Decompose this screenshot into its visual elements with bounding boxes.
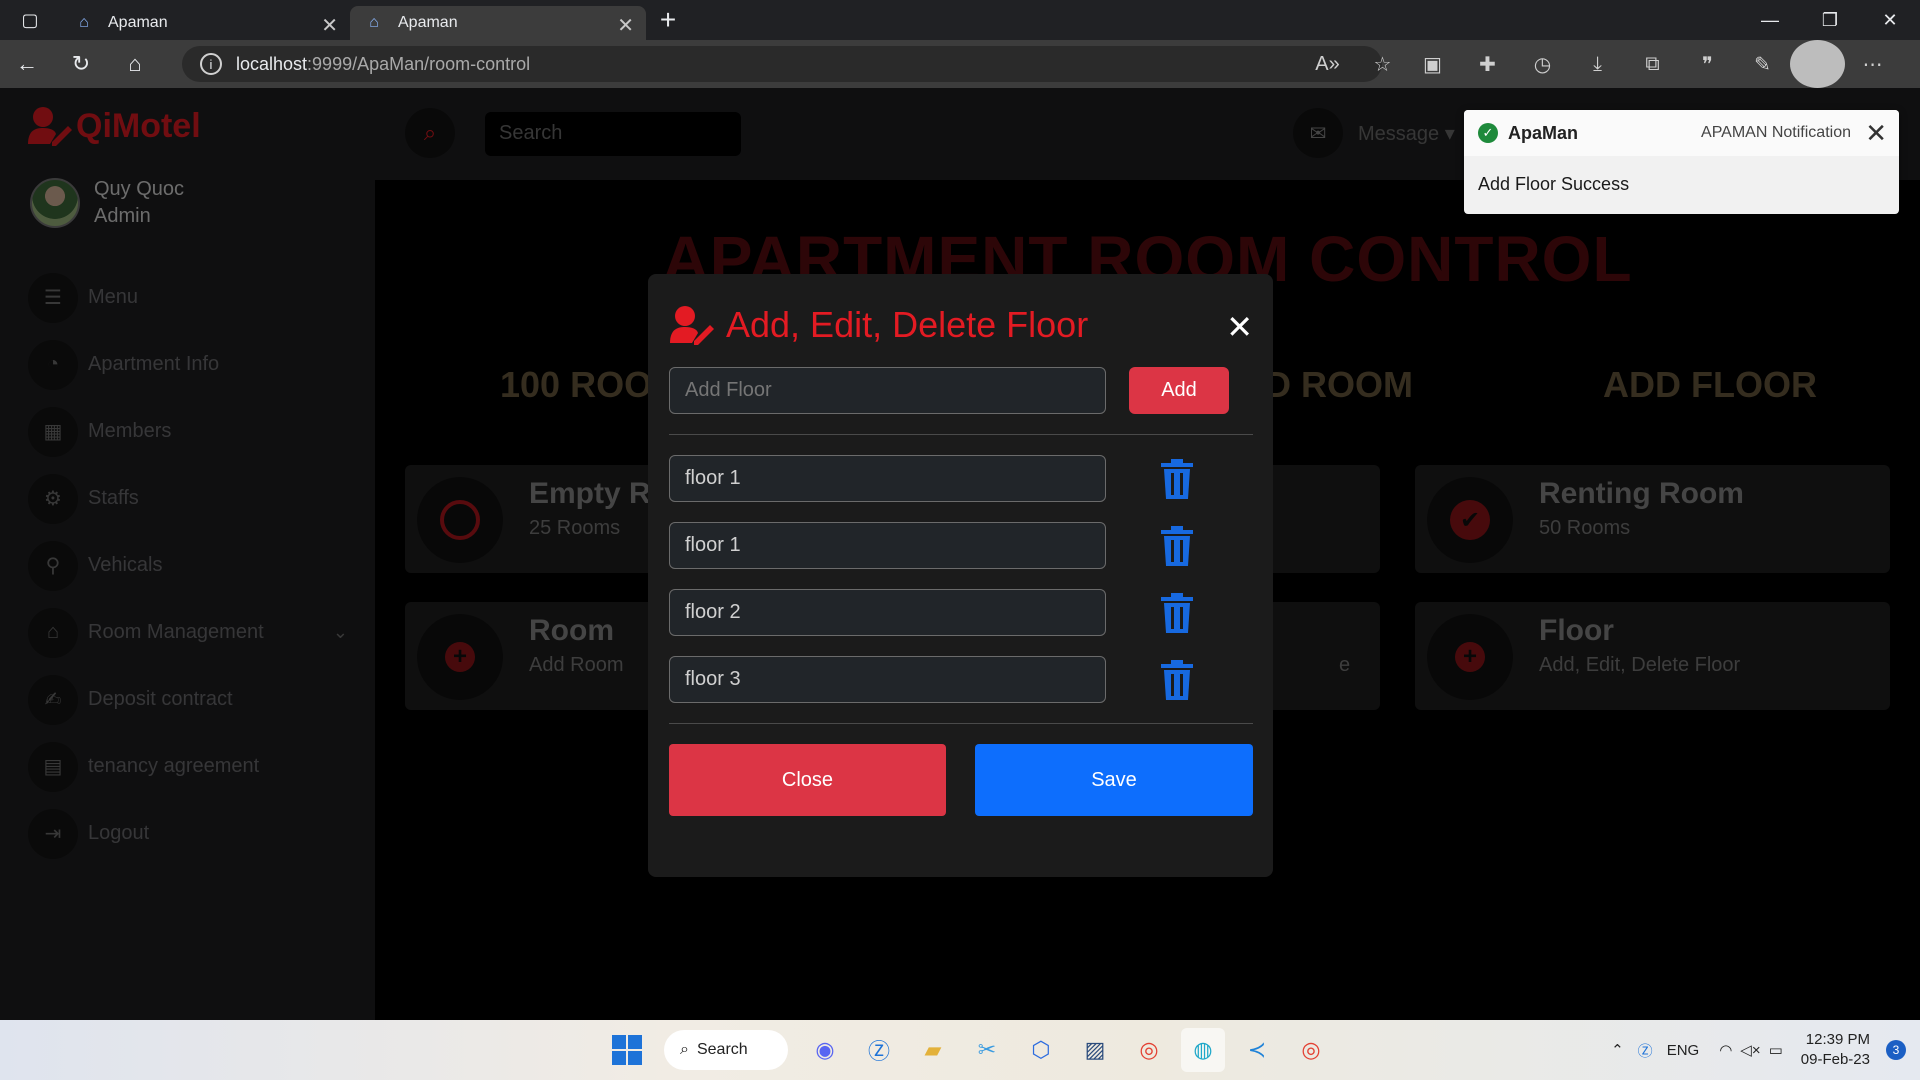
floor-name-field[interactable] — [669, 455, 1106, 502]
tab-title: Apaman — [108, 14, 168, 31]
save-button[interactable]: Save — [975, 744, 1253, 816]
chrome-profile-icon[interactable]: ◎ — [1289, 1028, 1333, 1072]
browser-tab-2[interactable]: ⌂ Apaman ✕ — [350, 6, 646, 40]
discord-icon[interactable]: ◉ — [803, 1028, 847, 1072]
screen-root: ▢ ⌂ Apaman ✕ ⌂ Apaman ✕ + — ❐ ✕ ← ↻ ⌂ i … — [0, 0, 1920, 1080]
floor-name-field[interactable] — [669, 656, 1106, 703]
notification-badge[interactable]: 3 — [1886, 1040, 1906, 1060]
read-aloud-icon[interactable]: A» — [1300, 40, 1355, 88]
more-icon[interactable]: ⋯ — [1845, 40, 1900, 88]
taskbar-search-label: Search — [696, 1041, 748, 1058]
chevron-up-icon[interactable]: ⌃ — [1611, 1041, 1624, 1059]
user-edit-icon — [670, 306, 714, 345]
windows-start-icon[interactable] — [605, 1028, 649, 1072]
battery-icon[interactable]: ▭ — [1769, 1041, 1783, 1059]
window-controls: — ❐ ✕ — [1740, 0, 1920, 40]
back-icon[interactable]: ← — [0, 40, 54, 88]
language-indicator[interactable]: ENG — [1667, 1042, 1700, 1059]
home-favicon-icon: ⌂ — [369, 14, 379, 31]
toast-app-name: ApaMan — [1508, 122, 1579, 143]
trash-icon[interactable] — [1159, 459, 1195, 499]
zalo-icon[interactable]: Ⓩ — [857, 1028, 901, 1072]
divider — [669, 723, 1253, 724]
favorite-add-icon[interactable]: ☆ — [1355, 40, 1410, 88]
toast-message: Add Floor Success — [1478, 174, 1630, 194]
toast-header: ✓ ApaMan APAMAN Notification ✕ — [1464, 110, 1899, 156]
clock[interactable]: 12:39 PM 09-Feb-23 — [1801, 1030, 1870, 1070]
modal-title-text: Add, Edit, Delete Floor — [726, 304, 1089, 345]
screenshot-icon[interactable]: ⧉ — [1625, 40, 1680, 88]
site-info-icon[interactable]: i — [200, 53, 222, 75]
minimize-icon[interactable]: — — [1740, 0, 1800, 40]
system-tray: ⌃ Ⓩ ENG ◠ ◁× ▭ 12:39 PM 09-Feb-23 3 — [1611, 1020, 1920, 1080]
url-field[interactable]: i localhost:9999/ApaMan/room-control — [182, 46, 1382, 82]
edit-icon[interactable]: ✎ — [1735, 40, 1790, 88]
tab-actions-icon[interactable]: ▢ — [0, 10, 60, 31]
snipping-tool-icon[interactable]: ✂ — [965, 1028, 1009, 1072]
speaker-muted-icon[interactable]: ◁× — [1740, 1041, 1760, 1059]
download-icon[interactable]: ⤓ — [1570, 40, 1625, 88]
reload-icon[interactable]: ↻ — [54, 40, 108, 88]
trash-icon[interactable] — [1159, 593, 1195, 633]
home-icon[interactable]: ⌂ — [108, 40, 162, 88]
browser-tabbar: ▢ ⌂ Apaman ✕ ⌂ Apaman ✕ + — ❐ ✕ — [0, 0, 1920, 40]
url-path: :9999/ApaMan/room-control — [307, 53, 531, 74]
sql-icon[interactable]: ▨ — [1073, 1028, 1117, 1072]
close-window-icon[interactable]: ✕ — [1860, 0, 1920, 40]
trash-icon[interactable] — [1159, 660, 1195, 700]
floor-name-field[interactable] — [669, 589, 1106, 636]
clock-time: 12:39 PM — [1805, 1031, 1870, 1048]
vscode-icon[interactable]: ≺ — [1235, 1028, 1279, 1072]
collections-icon[interactable]: ▣ — [1405, 40, 1460, 88]
check-circle-icon: ✓ — [1478, 123, 1498, 143]
hex-app-icon[interactable]: ⬡ — [1019, 1028, 1063, 1072]
url-actions: A» ☆ — [1300, 40, 1410, 88]
tab-close-icon[interactable]: ✕ — [617, 13, 634, 38]
search-icon: ⌕ — [680, 1041, 689, 1058]
zalo-tray-icon[interactable]: Ⓩ — [1638, 1040, 1653, 1061]
taskbar-search[interactable]: ⌕ Search — [664, 1030, 788, 1070]
taskbar: ⌕ Search ◉ Ⓩ ▰ ✂ ⬡ ▨ ◎ ◍ ≺ ◎ ⌃ Ⓩ ENG ◠ ◁×… — [0, 1020, 1920, 1080]
toast-notification[interactable]: ✓ ApaMan APAMAN Notification ✕ Add Floor… — [1464, 110, 1899, 214]
restore-icon[interactable]: ❐ — [1800, 0, 1860, 40]
toolbar-actions: ▣ ✚ ◷ ⤓ ⧉ ❞ ✎ ⋯ — [1405, 40, 1900, 88]
trash-icon[interactable] — [1159, 526, 1195, 566]
tab-close-icon[interactable]: ✕ — [321, 13, 338, 38]
add-floor-input[interactable] — [669, 367, 1106, 414]
extensions-icon[interactable]: ✚ — [1460, 40, 1515, 88]
modal-title: Add, Edit, Delete Floor — [670, 304, 1088, 346]
close-icon[interactable]: ✕ — [1226, 308, 1253, 346]
close-icon[interactable]: ✕ — [1865, 118, 1887, 149]
floor-name-field[interactable] — [669, 522, 1106, 569]
home-favicon-icon: ⌂ — [79, 14, 89, 31]
browser-tab-1[interactable]: ⌂ Apaman ✕ — [60, 6, 350, 40]
history-icon[interactable]: ◷ — [1515, 40, 1570, 88]
new-tab-icon[interactable]: + — [646, 4, 690, 36]
close-button[interactable]: Close — [669, 744, 946, 816]
tab-title: Apaman — [398, 14, 458, 31]
wifi-icon[interactable]: ◠ — [1719, 1041, 1732, 1059]
floor-modal: Add, Edit, Delete Floor ✕ Add Close Save — [648, 274, 1273, 877]
divider — [669, 434, 1253, 435]
taskbar-apps: ⌕ Search ◉ Ⓩ ▰ ✂ ⬡ ▨ ◎ ◍ ≺ ◎ — [600, 1028, 1338, 1072]
add-button[interactable]: Add — [1129, 367, 1229, 414]
url-host: localhost — [236, 53, 308, 74]
address-bar: ← ↻ ⌂ i localhost:9999/ApaMan/room-contr… — [0, 40, 1920, 88]
toast-source: APAMAN Notification — [1701, 124, 1851, 141]
profile-icon[interactable] — [1790, 40, 1845, 88]
clock-date: 09-Feb-23 — [1800, 1051, 1870, 1068]
file-explorer-icon[interactable]: ▰ — [911, 1028, 955, 1072]
edge-icon[interactable]: ◍ — [1181, 1028, 1225, 1072]
chrome-icon[interactable]: ◎ — [1127, 1028, 1171, 1072]
quote-icon[interactable]: ❞ — [1680, 40, 1735, 88]
